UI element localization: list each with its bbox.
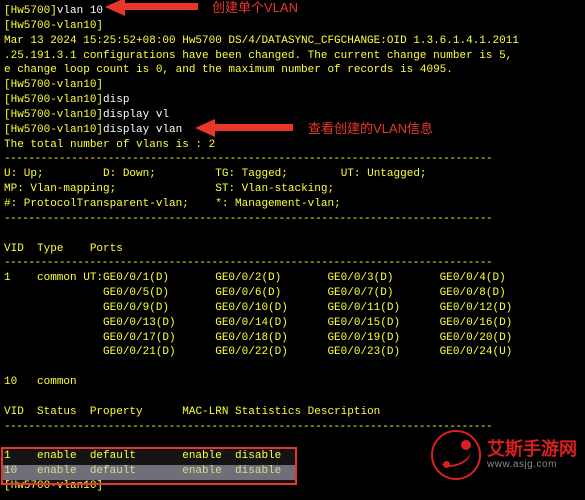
watermark-name: 艾斯手游网 (487, 440, 577, 460)
vlan-ports-table: 1 common UT:GE0/0/1(D) GE0/0/2(D) GE0/0/… (4, 271, 581, 360)
legend-line: MP: Vlan-mapping; ST: Vlan-stacking; (4, 182, 581, 197)
blank (4, 360, 581, 375)
log-line: .25.191.3.1 configurations have been cha… (4, 49, 581, 64)
table-row: GE0/0/9(D) GE0/0/10(D) GE0/0/11(D) GE0/0… (4, 301, 581, 316)
prompt-line: [Hw5700-vlan10] (4, 78, 581, 93)
vlan10-row: 10 common (4, 375, 581, 390)
highlight-box (1, 447, 297, 485)
watermark-url: www.asjg.com (487, 459, 577, 470)
table-row: GE0/0/21(D) GE0/0/22(D) GE0/0/23(D) GE0/… (4, 345, 581, 360)
table-header-2: VID Status Property MAC-LRN Statistics D… (4, 405, 581, 420)
annotation-display-vlan: 查看创建的VLAN信息 (308, 120, 433, 138)
table-row: 1 common UT:GE0/0/1(D) GE0/0/2(D) GE0/0/… (4, 271, 581, 286)
cmd-line-disp: [Hw5700-vlan10]disp (4, 93, 581, 108)
divider: ----------------------------------------… (4, 256, 581, 271)
watermark: 艾斯手游网 www.asjg.com (431, 430, 577, 480)
terminal[interactable]: [Hw5700]vlan 10 [Hw5700-vlan10] Mar 13 2… (4, 4, 581, 494)
log-line: Mar 13 2024 15:25:52+08:00 Hw5700 DS/4/D… (4, 34, 581, 49)
legend-line: #: ProtocolTransparent-vlan; *: Manageme… (4, 197, 581, 212)
cmd-line-display-vl: [Hw5700-vlan10]display vl (4, 108, 581, 123)
annotation-create-vlan: 创建单个VLAN (212, 0, 298, 17)
legend-line: U: Up; D: Down; TG: Tagged; UT: Untagged… (4, 167, 581, 182)
table-row: GE0/0/17(D) GE0/0/18(D) GE0/0/19(D) GE0/… (4, 331, 581, 346)
total-vlans: The total number of vlans is : 2 (4, 138, 581, 153)
prompt-line: [Hw5700-vlan10] (4, 19, 581, 34)
table-row: GE0/0/13(D) GE0/0/14(D) GE0/0/15(D) GE0/… (4, 316, 581, 331)
blank (4, 390, 581, 405)
divider: ----------------------------------------… (4, 212, 581, 227)
watermark-logo-icon (431, 430, 481, 480)
log-line: e change loop count is 0, and the maximu… (4, 63, 581, 78)
table-row: GE0/0/5(D) GE0/0/6(D) GE0/0/7(D) GE0/0/8… (4, 286, 581, 301)
divider: ----------------------------------------… (4, 152, 581, 167)
table-header: VID Type Ports (4, 242, 581, 257)
blank (4, 227, 581, 242)
